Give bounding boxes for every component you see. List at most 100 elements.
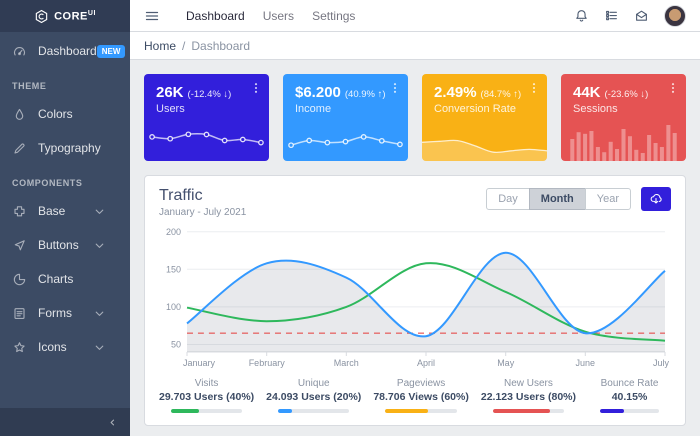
card-delta: (-23.6% ↓) [604,89,649,100]
card-delta: (84.7% ↑) [480,89,522,100]
sidebar-nav: Dashboard NEW THEME Colors Typography COMPONE… [0,32,130,408]
card-menu-button[interactable] [527,81,541,95]
traffic-title: Traffic [159,187,203,204]
card-sparkbars-chart [570,125,677,161]
chevron-down-icon [92,306,107,321]
stat-progress-fill [492,409,550,413]
new-badge: NEW [96,44,126,58]
notes-icon [12,306,27,321]
svg-text:150: 150 [166,264,181,274]
range-button-year[interactable]: Year [584,188,631,210]
stat-value: 24.093 Users (20%) [266,391,362,403]
chevron-left-icon [107,417,118,428]
puzzle-icon [12,204,27,219]
top-header: Dashboard Users Settings [130,0,700,32]
drop-icon [12,107,27,122]
stat-card-income: $6.200 (40.9% ↑) Income [283,74,408,161]
chart-pie-icon [12,272,27,287]
sidebar-brand[interactable]: COREUI [0,0,130,32]
chevron-down-icon [92,340,107,355]
header-actions [574,4,686,27]
stat-progress-bar [278,409,350,413]
star-icon [12,340,27,355]
breadcrumb-home-link[interactable]: Home [144,39,176,53]
stat-visits: Visits 29.703 Users (40%) [153,378,260,413]
sidebar-item-base[interactable]: Base [0,194,130,228]
stat-progress-fill [278,409,293,413]
stat-cards-row: 26K (-12.4% ↓) Users $6.200 (40.9% ↑) Income 2… [144,74,686,161]
sidebar-item-label: Forms [38,306,72,320]
stat-progress-bar [600,409,659,413]
traffic-chart: 50 100 150 200 January February March April May J… [166,227,670,368]
stat-label: Unique [297,378,330,389]
range-button-month[interactable]: Month [528,188,586,210]
stat-unique: Unique 24.093 Users (20%) [260,378,367,413]
svg-text:100: 100 [166,302,181,312]
page-content: 26K (-12.4% ↓) Users $6.200 (40.9% ↑) Income 2… [130,60,700,436]
cursor-icon [12,238,27,253]
stat-card-conversion-rate: 2.49% (84.7% ↑) Conversion Rate [422,74,547,161]
speedometer-icon [12,44,27,59]
stat-pageviews: Pageviews 78.706 Views (60%) [367,378,475,413]
traffic-subtitle: January - July 2021 [159,207,247,218]
stat-bounce-rate: Bounce Rate 40.15% [582,378,677,413]
ellipsis-vertical-icon [527,81,541,95]
download-button[interactable] [641,187,671,211]
stat-label: New Users [503,378,553,389]
card-value: 26K [156,84,184,101]
range-button-group: Day Month Year [486,188,631,210]
cloud-download-icon [649,192,663,206]
stat-progress-bar [492,409,565,413]
stat-progress-bar [171,409,243,413]
sidebar: COREUI Dashboard NEW THEME Colors Typography… [0,0,130,436]
sidebar-item-dashboard[interactable]: Dashboard NEW [0,34,130,68]
coreui-logo-icon [34,9,49,24]
pencil-icon [12,141,27,156]
stat-progress-bar [385,409,457,413]
card-delta: (-12.4% ↓) [187,89,232,100]
sidebar-item-label: Base [38,204,66,218]
sidebar-item-forms[interactable]: Forms [0,296,130,330]
card-sparkarea-chart [422,139,547,161]
traffic-card: Traffic January - July 2021 Day Month Year [144,175,686,426]
stat-progress-fill [385,409,429,413]
user-avatar[interactable] [664,4,686,27]
sidebar-item-icons[interactable]: Icons [0,330,130,364]
breadcrumb-separator: / [182,38,186,53]
breadcrumb: Home / Dashboard [130,32,700,60]
envelope-open-icon[interactable] [634,8,649,23]
card-label: Income [295,103,332,115]
card-menu-button[interactable] [666,81,680,95]
range-button-day[interactable]: Day [486,188,530,210]
stat-label: Pageviews [396,378,446,389]
stat-new-users: New Users 22.123 Users (80%) [475,378,582,413]
breadcrumb-current: Dashboard [191,38,251,53]
stat-value: 22.123 Users (80%) [480,391,577,403]
stat-card-users: 26K (-12.4% ↓) Users [144,74,269,161]
sidebar-item-typography[interactable]: Typography [0,131,130,165]
svg-text:April: April [417,358,435,368]
ellipsis-vertical-icon [249,81,263,95]
sidebar-item-colors[interactable]: Colors [0,97,130,131]
card-value: 44K [573,84,601,101]
card-sparkline-chart [288,134,403,149]
header-nav-users[interactable]: Users [263,9,294,23]
card-menu-button[interactable] [388,81,402,95]
menu-icon[interactable] [144,8,160,24]
card-menu-button[interactable] [249,81,263,95]
svg-text:February: February [249,358,286,368]
sidebar-item-label: Icons [38,340,67,354]
list-rich-icon[interactable] [604,8,619,23]
sidebar-section-title: THEME [12,81,47,91]
svg-text:January: January [183,358,216,368]
bell-icon[interactable] [574,8,589,23]
sidebar-item-label: Buttons [38,238,79,252]
card-sparkline-chart [149,131,264,146]
header-nav-settings[interactable]: Settings [312,9,355,23]
sidebar-item-charts[interactable]: Charts [0,262,130,296]
sidebar-item-buttons[interactable]: Buttons [0,228,130,262]
sidebar-minimizer-button[interactable] [0,408,130,436]
svg-text:50: 50 [171,340,181,350]
stat-label: Visits [194,378,219,389]
header-nav-dashboard[interactable]: Dashboard [186,9,245,23]
